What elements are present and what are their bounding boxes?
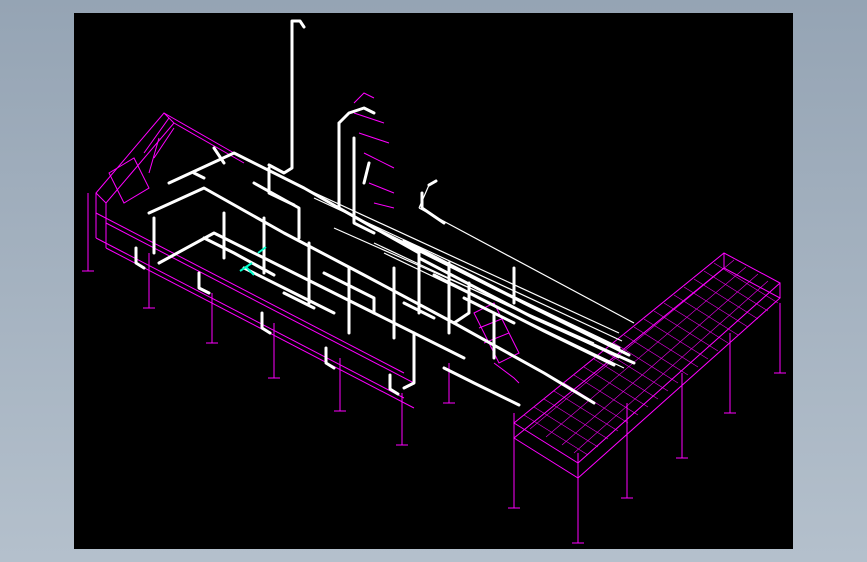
- pipe-rack: [513, 252, 781, 479]
- support-columns: [82, 193, 786, 544]
- cad-model-canvas: [82, 19, 786, 544]
- pipe-rack-grid: [523, 259, 779, 456]
- process-piping: [134, 19, 636, 407]
- cad-viewport[interactable]: [74, 13, 793, 549]
